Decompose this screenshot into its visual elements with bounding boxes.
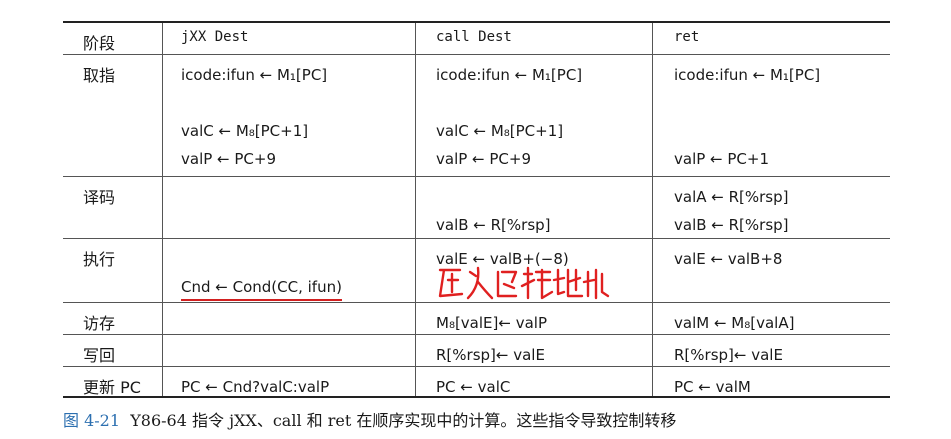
call-cell: valB ← R[%rsp] [416, 177, 653, 238]
stage-label: 执行 [63, 239, 163, 302]
cell-line: valE ← valB+8 [674, 250, 783, 268]
jxx-cell: icode:ifun ← M₁[PC] valC ← M₈[PC+1] valP… [163, 55, 416, 176]
cell-line: icode:ifun ← M₁[PC] [436, 66, 583, 84]
jxx-cell [163, 303, 416, 334]
jxx-cell: PC ← Cnd?valC:valP [163, 367, 416, 396]
figure-number: 图 4-21 [63, 411, 121, 430]
cell-line: valC ← M₈[PC+1] [181, 122, 309, 140]
cell-line: icode:ifun ← M₁[PC] [674, 66, 821, 84]
table-row-decode: 译码 valB ← R[%rsp] valA ← R[%rsp] valB ← … [63, 176, 890, 238]
cell-line [674, 117, 890, 145]
table-row-update-pc: 更新 PC PC ← Cnd?valC:valP PC ← valC PC ← … [63, 366, 890, 397]
cell-line: PC ← valC [436, 378, 511, 396]
table-row-memory: 访存 M₈[valE]← valP valM ← M₈[valA] [63, 302, 890, 334]
ret-cell: R[%rsp]← valE [653, 335, 890, 366]
cell-line [181, 89, 415, 117]
cell-line: valC ← M₈[PC+1] [436, 122, 564, 140]
stage-label: 取指 [63, 55, 163, 176]
cell-line [674, 273, 890, 301]
cell-line: valP ← PC+1 [674, 150, 770, 168]
cell-line: valA ← R[%rsp] [674, 188, 789, 206]
ret-cell: icode:ifun ← M₁[PC] valP ← PC+1 [653, 55, 890, 176]
cell-line: valP ← PC+9 [181, 150, 277, 168]
call-cell: R[%rsp]← valE [416, 335, 653, 366]
cell-line [181, 341, 415, 369]
cell-line: icode:ifun ← M₁[PC] [181, 66, 328, 84]
cell-line [436, 89, 652, 117]
call-cell: PC ← valC [416, 367, 653, 396]
cell-line [181, 309, 415, 337]
table-row-fetch: 取指 icode:ifun ← M₁[PC] valC ← M₈[PC+1] v… [63, 54, 890, 176]
cell-line: Cnd ← Cond(CC, ifun) [181, 273, 415, 301]
ret-cell: valE ← valB+8 [653, 239, 890, 302]
jxx-cell: Cnd ← Cond(CC, ifun) [163, 239, 416, 302]
header-call: call Dest [416, 23, 653, 54]
cell-line [181, 245, 415, 273]
cell-line [674, 89, 890, 117]
cond-underlined: Cnd ← Cond(CC, ifun) [181, 276, 342, 301]
cell-line: R[%rsp]← valE [436, 346, 545, 364]
call-cell: icode:ifun ← M₁[PC] valC ← M₈[PC+1] valP… [416, 55, 653, 176]
jxx-cell [163, 177, 416, 238]
jxx-cell [163, 335, 416, 366]
cell-line: R[%rsp]← valE [674, 346, 783, 364]
stage-label: 更新 PC [63, 367, 163, 397]
cell-line: PC ← valM [674, 378, 751, 396]
figure-caption: 图 4-21 Y86-64 指令 jXX、call 和 ret 在顺序实现中的计… [63, 407, 676, 431]
header-ret: ret [674, 29, 700, 45]
ret-cell: PC ← valM [653, 367, 890, 396]
ret-cell: valM ← M₈[valA] [653, 303, 890, 334]
stage-label: 访存 [63, 303, 163, 334]
header-jxx: jXX Dest [163, 23, 416, 54]
cell-line: valP ← PC+9 [436, 150, 532, 168]
table-header-row: 阶段 jXX Dest call Dest ret [63, 23, 890, 54]
cell-line [181, 211, 415, 239]
header-stage: 阶段 [63, 23, 163, 54]
cell-line [181, 183, 415, 211]
cell-line [436, 183, 652, 211]
cell-line: valM ← M₈[valA] [674, 314, 795, 332]
stage-label: 译码 [63, 177, 163, 238]
table-row-writeback: 写回 R[%rsp]← valE R[%rsp]← valE [63, 334, 890, 366]
stage-label: 写回 [63, 335, 163, 366]
caption-text: Y86-64 指令 jXX、call 和 ret 在顺序实现中的计算。这些指令导… [120, 411, 677, 430]
handwritten-annotation [438, 266, 610, 300]
cell-line: valB ← R[%rsp] [674, 216, 789, 234]
instruction-stage-table: 阶段 jXX Dest call Dest ret 取指 icode:ifun … [63, 21, 890, 398]
cell-line: M₈[valE]← valP [436, 314, 547, 332]
ret-cell: valA ← R[%rsp] valB ← R[%rsp] [653, 177, 890, 238]
cell-line: PC ← Cnd?valC:valP [181, 378, 330, 396]
call-cell: M₈[valE]← valP [416, 303, 653, 334]
cell-line: valB ← R[%rsp] [436, 216, 551, 234]
